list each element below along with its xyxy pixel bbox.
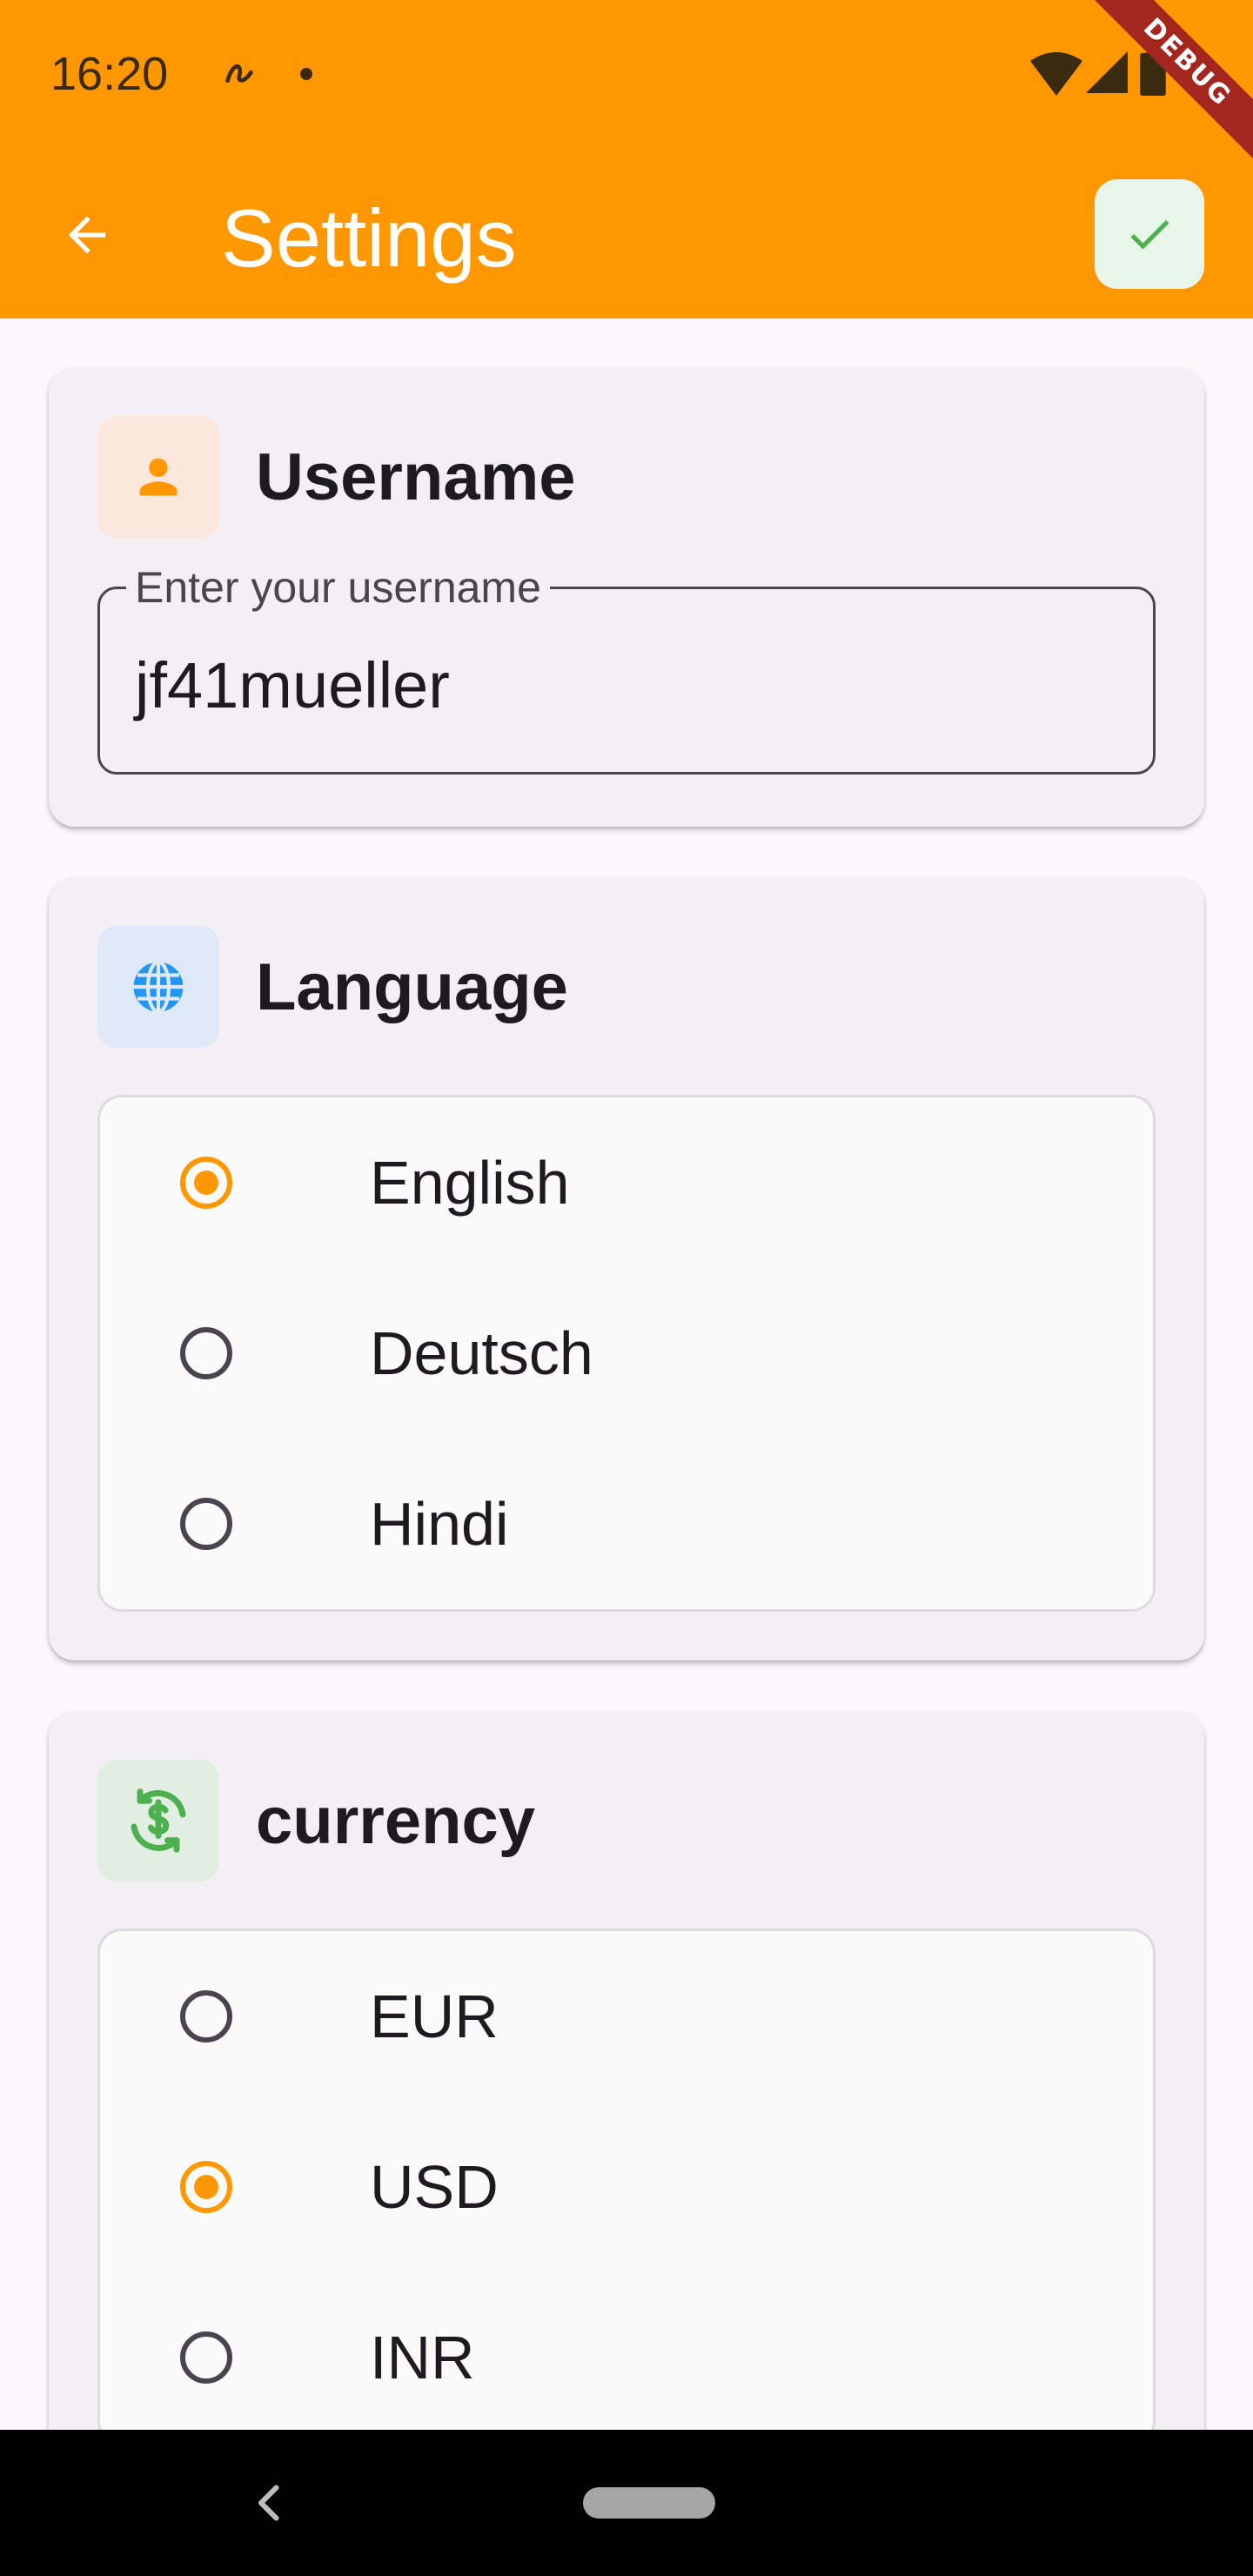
- currency-option-eur[interactable]: EUR: [100, 1931, 1153, 2102]
- currency-option-inr[interactable]: INR: [100, 2272, 1153, 2443]
- currency-option-label: EUR: [370, 1982, 499, 2050]
- arrow-left-icon: [68, 216, 106, 254]
- currency-option-label: USD: [370, 2153, 499, 2221]
- language-card: Language English Deutsch Hindi: [49, 877, 1204, 1660]
- app-bar: 16:20 DEBUG Settings: [0, 0, 1253, 319]
- language-radio-group: English Deutsch Hindi: [97, 1095, 1156, 1612]
- page-title: Settings: [221, 192, 517, 284]
- username-field-value[interactable]: jf41mueller: [135, 647, 450, 725]
- language-option-label: Deutsch: [370, 1319, 593, 1387]
- person-icon: [139, 458, 178, 496]
- username-card: Username Enter your username jf41mueller: [49, 367, 1204, 827]
- username-title: Username: [256, 440, 576, 514]
- radio-selected-icon[interactable]: [180, 2161, 232, 2213]
- language-option-label: Hindi: [370, 1490, 509, 1558]
- currency-icon-box: [97, 1760, 219, 1882]
- language-option-label: English: [370, 1149, 570, 1217]
- language-option-deutsch[interactable]: Deutsch: [100, 1268, 1153, 1439]
- save-button[interactable]: [1095, 179, 1204, 289]
- currency-option-usd[interactable]: USD: [100, 2102, 1153, 2272]
- nav-back-icon[interactable]: [244, 2477, 296, 2529]
- language-icon-box: [97, 926, 219, 1048]
- status-time: 16:20: [50, 48, 169, 100]
- debug-banner-label: DEBUG: [1079, 0, 1253, 174]
- status-bar: 16:20: [0, 0, 1253, 148]
- currency-card: currency EUR USD INR: [49, 1711, 1204, 2494]
- currency-radio-group: EUR USD INR: [97, 1929, 1156, 2445]
- notification-dot-icon: [300, 68, 312, 80]
- language-option-english[interactable]: English: [100, 1097, 1153, 1268]
- radio-unselected-icon[interactable]: [180, 1327, 232, 1379]
- radio-unselected-icon[interactable]: [180, 1990, 232, 2043]
- username-icon-box: [97, 416, 219, 538]
- wifi-icon: [1030, 52, 1082, 96]
- currency-option-label: INR: [370, 2324, 475, 2392]
- settings-screen: 16:20 DEBUG Settings Username Enter your…: [0, 0, 1253, 2576]
- language-title: Language: [256, 950, 568, 1024]
- radio-unselected-icon[interactable]: [180, 1498, 232, 1550]
- radio-unselected-icon[interactable]: [180, 2331, 232, 2384]
- currency-title: currency: [256, 1784, 536, 1858]
- system-navigation-bar: [0, 2430, 1253, 2576]
- username-field[interactable]: Enter your username jf41mueller: [97, 560, 1156, 775]
- debug-banner: DEBUG: [1079, 0, 1253, 174]
- language-option-hindi[interactable]: Hindi: [100, 1439, 1153, 1609]
- radio-selected-icon[interactable]: [180, 1157, 232, 1209]
- currency-exchange-icon: [131, 1788, 186, 1853]
- username-field-label: Enter your username: [126, 560, 550, 615]
- nav-home-pill[interactable]: [583, 2487, 715, 2519]
- globe-icon: [133, 960, 184, 1014]
- back-button[interactable]: [42, 190, 132, 280]
- notification-app-icon: [225, 64, 253, 84]
- check-icon: [1130, 219, 1169, 250]
